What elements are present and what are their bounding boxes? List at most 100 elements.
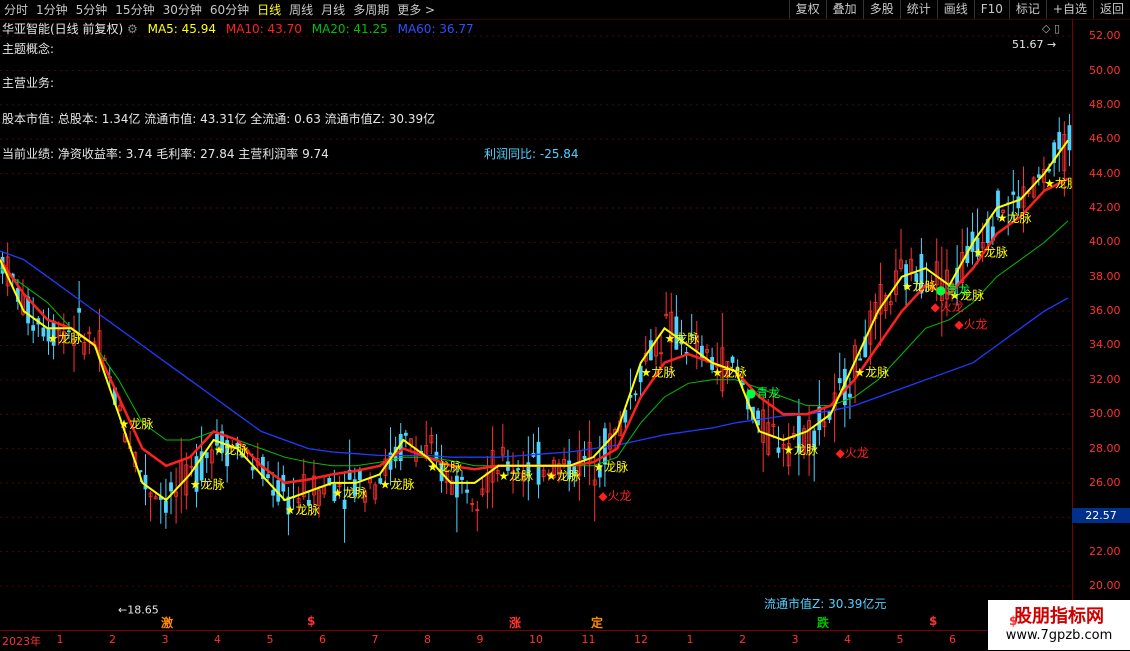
x-tick-label: 1 (686, 633, 694, 646)
y-tick-label: 48.00 (1089, 97, 1121, 111)
y-tick-label: 50.00 (1089, 63, 1121, 77)
candle-body (1067, 125, 1072, 151)
y-tick-label: 20.00 (1089, 579, 1121, 593)
restore-rights-button[interactable]: 复权 (788, 0, 826, 19)
low-price-label: ←18.65 (118, 604, 159, 617)
candle-body (266, 474, 270, 478)
dragon-signal-label: ★龙脉 (854, 365, 889, 380)
candle-body (271, 489, 276, 496)
candle-body (169, 482, 173, 492)
tab-15min[interactable]: 15分钟 (111, 1, 158, 18)
x-tick-label: 12 (634, 633, 648, 646)
fire-dragon-label: ◆火龙 (954, 317, 987, 331)
kline-chart[interactable]: ★龙脉 ★龙脉 ★龙脉 ★龙脉 ★龙脉 ★龙脉 ★龙脉 ★龙脉 ★龙脉 ★龙脉 ★龙脉 ★龙脉 ★龙脉 ★… (0, 19, 1072, 629)
event-marker[interactable]: $ (306, 614, 316, 628)
green-dragon-label: ●青龙 (746, 386, 780, 400)
candle-body (633, 393, 638, 396)
back-button[interactable]: 返回 (1092, 0, 1130, 19)
y-tick-label: 46.00 (1089, 132, 1121, 146)
candle-body (164, 500, 168, 513)
dragon-signal-label: ★龙脉 (997, 210, 1032, 225)
overlay-button[interactable]: 叠加 (825, 0, 863, 19)
tab-multi-period[interactable]: 多周期 (349, 1, 393, 18)
tab-weekly[interactable]: 周线 (285, 1, 317, 18)
candle-body (403, 432, 408, 436)
period-toolbar: 分时 1分钟 5分钟 15分钟 30分钟 60分钟 日线 周线 月线 多周期 更… (0, 0, 1130, 20)
tab-daily[interactable]: 日线 (253, 1, 285, 18)
x-tick-label: 6 (949, 633, 956, 646)
y-tick-label: 22.00 (1089, 544, 1121, 558)
x-tick-label: 10 (529, 633, 543, 646)
candle-body (465, 489, 469, 493)
statistics-button[interactable]: 统计 (899, 0, 937, 19)
draw-line-button[interactable]: 画线 (936, 0, 974, 19)
x-tick-label: 3 (161, 633, 169, 646)
x-tick-label: 7 (371, 633, 379, 646)
price-axis: 20.0022.0024.0026.0028.0030.0032.0034.00… (1072, 19, 1130, 629)
candle-body (398, 434, 403, 461)
x-tick-label: 11 (581, 633, 596, 646)
event-marker[interactable]: $ (928, 614, 938, 628)
right-tools: 复权 叠加 多股 统计 画线 F10 标记 +自选 返回 (788, 0, 1130, 19)
ma-line-ma20 (0, 220, 1069, 467)
y-tick-label: 26.00 (1089, 475, 1121, 489)
dragon-signal-label: ★龙脉 (973, 244, 1008, 259)
dragon-signal-label: ★龙脉 (665, 330, 700, 345)
tab-more[interactable]: 更多 > (393, 1, 439, 18)
dragon-signal-label: ★龙脉 (47, 330, 82, 345)
y-tick-label: 52.00 (1089, 29, 1121, 43)
dragon-signal-label: ★龙脉 (1044, 176, 1072, 191)
x-tick-label: 4 (214, 633, 221, 646)
candle-body (342, 499, 347, 509)
candle-body (858, 358, 863, 361)
candle-body (837, 378, 842, 384)
mark-button[interactable]: 标记 (1008, 0, 1046, 19)
event-marker[interactable]: $ (1008, 614, 1018, 628)
event-marker[interactable]: 涨 (508, 614, 522, 631)
candle-body (536, 441, 541, 485)
y-tick-label: 28.00 (1089, 441, 1121, 455)
add-watchlist-button[interactable]: +自选 (1045, 0, 1093, 19)
event-marker[interactable]: 跌 (816, 614, 830, 631)
dragon-signal-label: ★龙脉 (380, 476, 415, 491)
candle-body (1036, 174, 1041, 178)
candle-body (776, 447, 781, 453)
f10-button[interactable]: F10 (973, 0, 1009, 19)
multi-stock-button[interactable]: 多股 (862, 0, 900, 19)
candle-body (1011, 191, 1016, 195)
dragon-signal-label: ★龙脉 (427, 459, 462, 474)
x-tick-label: 5 (266, 633, 274, 646)
dragon-signal-label: ★龙脉 (190, 476, 225, 491)
dragon-signal-label: ★龙脉 (641, 365, 676, 380)
fire-dragon-label: ◆火龙 (836, 446, 869, 460)
x-tick-label: 2023年 (2, 635, 41, 648)
x-tick-label: 1 (56, 633, 64, 646)
candle-body (848, 393, 852, 398)
y-tick-label: 44.00 (1089, 166, 1121, 180)
tab-60min[interactable]: 60分钟 (206, 1, 253, 18)
tab-30min[interactable]: 30分钟 (159, 1, 206, 18)
event-marker[interactable]: 定 (590, 614, 604, 631)
candle-body (77, 308, 82, 313)
candle-body (41, 327, 46, 337)
candle-body (460, 476, 464, 480)
dragon-signal-label: ★龙脉 (285, 502, 320, 517)
candle-body (1057, 132, 1062, 150)
y-tick-label: 42.00 (1089, 201, 1121, 214)
time-axis: 2023年1234567891011121234567 (0, 630, 1072, 651)
fire-dragon-label: ◆火龙 (931, 300, 964, 314)
y-tick-label: 32.00 (1089, 372, 1121, 386)
tab-monthly[interactable]: 月线 (317, 1, 349, 18)
ma-line-ma10 (0, 177, 1069, 485)
x-tick-label: 9 (476, 633, 484, 646)
dragon-signal-label: ★龙脉 (332, 485, 367, 500)
tab-5min[interactable]: 5分钟 (72, 1, 112, 18)
x-tick-label: 2 (109, 633, 116, 646)
candle-body (1016, 196, 1021, 209)
event-marker[interactable]: 激 (160, 614, 174, 631)
tab-1min[interactable]: 1分钟 (32, 1, 72, 18)
fire-dragon-label: ◆火龙 (598, 489, 631, 503)
x-tick-label: 2 (739, 633, 746, 646)
tab-fenshi[interactable]: 分时 (0, 1, 32, 18)
dragon-signal-label: ★龙脉 (498, 468, 533, 483)
